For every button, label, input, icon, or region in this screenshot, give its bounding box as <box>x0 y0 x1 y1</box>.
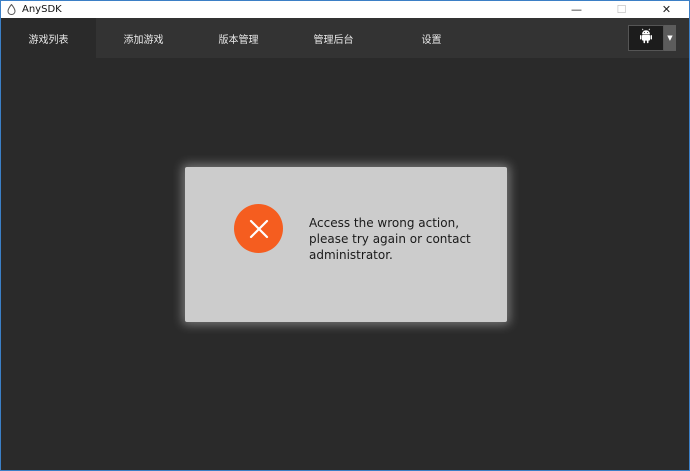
error-message-line: administrator. <box>309 248 393 262</box>
error-message-line: please try again or contact <box>309 232 471 246</box>
error-dialog: Access the wrong action, please try agai… <box>185 167 507 322</box>
android-icon <box>639 28 653 48</box>
title-bar[interactable]: AnySDK — ☐ ✕ <box>1 1 689 18</box>
tab-game-list[interactable]: 游戏列表 <box>1 18 96 58</box>
close-button[interactable]: ✕ <box>644 1 689 18</box>
platform-selector[interactable]: ▼ <box>628 25 676 51</box>
app-logo-icon <box>6 4 16 15</box>
platform-dropdown-arrow[interactable]: ▼ <box>664 25 676 51</box>
tab-admin-console[interactable]: 管理后台 <box>286 18 381 58</box>
error-message: Access the wrong action, please try agai… <box>309 215 489 263</box>
error-message-line: Access the wrong action, <box>309 216 460 230</box>
main-nav: 游戏列表 添加游戏 版本管理 管理后台 设置 ▼ <box>1 18 689 58</box>
tab-add-game[interactable]: 添加游戏 <box>96 18 191 58</box>
window-title: AnySDK <box>22 4 62 15</box>
tab-settings[interactable]: 设置 <box>384 18 479 58</box>
minimize-button[interactable]: — <box>554 1 599 18</box>
platform-button[interactable] <box>628 25 664 51</box>
error-x-icon <box>234 204 283 253</box>
tab-version-management[interactable]: 版本管理 <box>191 18 286 58</box>
maximize-button[interactable]: ☐ <box>599 1 644 18</box>
app-window: AnySDK — ☐ ✕ 游戏列表 添加游戏 版本管理 管理后台 设置 ▼ Ac… <box>0 0 690 471</box>
